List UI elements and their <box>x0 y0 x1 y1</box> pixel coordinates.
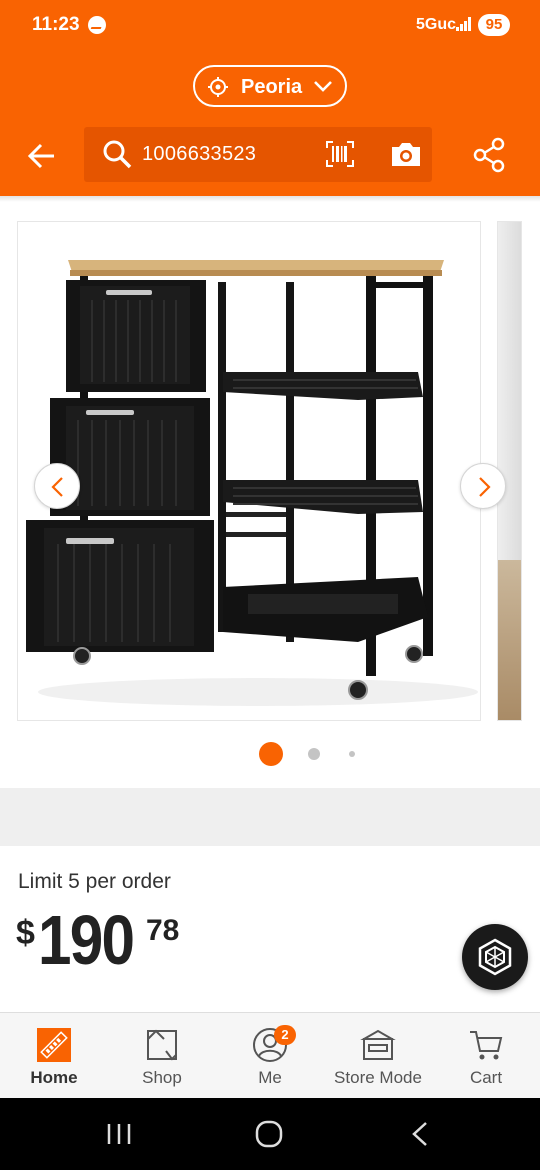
barcode-scan-icon[interactable] <box>326 141 354 167</box>
status-bar: 11:23 5Guc 95 <box>0 0 540 48</box>
order-limit-text: Limit 5 per order <box>18 870 171 893</box>
battery-icon: 95 <box>478 14 510 36</box>
messenger-icon <box>88 16 106 34</box>
next-image-button[interactable] <box>460 463 506 509</box>
search-icon <box>103 140 132 169</box>
section-divider <box>0 788 540 846</box>
bottom-navigation: Home Shop 2 Me Store Mode Cart <box>0 1012 540 1098</box>
price-currency: $ <box>16 914 35 952</box>
system-navigation-bar <box>0 1098 540 1170</box>
store-selector[interactable]: Peoria <box>193 65 347 107</box>
chevron-left-icon <box>51 477 63 497</box>
camera-icon[interactable] <box>389 139 423 169</box>
nav-label-me: Me <box>258 1068 282 1087</box>
cart-icon <box>470 1031 503 1060</box>
pagination-dot[interactable] <box>349 751 355 757</box>
recent-apps-icon[interactable] <box>104 1122 134 1146</box>
back-arrow-icon[interactable] <box>26 140 58 172</box>
nav-label-cart: Cart <box>469 1068 503 1087</box>
price-section: Limit 5 per order $ 190 78 <box>0 846 540 1012</box>
nav-item-cart[interactable]: Cart <box>432 1013 540 1099</box>
price-dollars: 190 <box>38 901 135 979</box>
shop-icon <box>147 1029 177 1061</box>
product-image[interactable] <box>17 221 481 721</box>
hexagon-icon <box>478 938 512 976</box>
nav-label-store-mode: Store Mode <box>334 1068 422 1087</box>
home-button-icon[interactable] <box>254 1119 284 1149</box>
chevron-down-icon <box>314 81 332 92</box>
previous-image-button[interactable] <box>34 463 80 509</box>
product-image-gallery[interactable] <box>0 196 540 788</box>
search-bar[interactable]: 1006633523 <box>84 127 432 182</box>
nav-item-store-mode[interactable]: Store Mode <box>324 1013 432 1099</box>
system-back-icon[interactable] <box>408 1120 432 1148</box>
search-input[interactable]: 1006633523 <box>142 143 256 166</box>
store-icon <box>360 1029 396 1060</box>
header-shadow <box>0 196 540 202</box>
nav-label-home: Home <box>30 1068 78 1087</box>
pagination-dot-active[interactable] <box>259 742 283 766</box>
chevron-right-icon <box>479 477 491 497</box>
notification-badge: 2 <box>274 1025 296 1045</box>
nav-item-shop[interactable]: Shop <box>108 1013 216 1099</box>
status-time: 11:23 <box>32 14 80 35</box>
nav-item-home[interactable]: Home <box>0 1013 108 1099</box>
nav-label-shop: Shop <box>142 1068 182 1087</box>
network-label: 5Guc <box>416 16 457 33</box>
share-icon[interactable] <box>472 136 506 174</box>
location-icon <box>208 77 228 97</box>
pagination-dot[interactable] <box>308 748 320 760</box>
signal-icon <box>456 17 472 31</box>
product-page: 11:23 5Guc 95 Peoria 1006633523 Limit 5 … <box>0 0 540 1170</box>
price-cents: 78 <box>146 914 180 947</box>
header: Peoria 1006633523 <box>0 48 540 196</box>
gallery-pagination <box>0 742 540 766</box>
home-depot-logo-icon <box>37 1028 71 1062</box>
nav-item-me[interactable]: 2 Me <box>216 1013 324 1099</box>
floating-assistant-button[interactable] <box>462 924 528 990</box>
kitchen-cart-illustration <box>26 260 478 706</box>
store-name: Peoria <box>241 76 303 98</box>
